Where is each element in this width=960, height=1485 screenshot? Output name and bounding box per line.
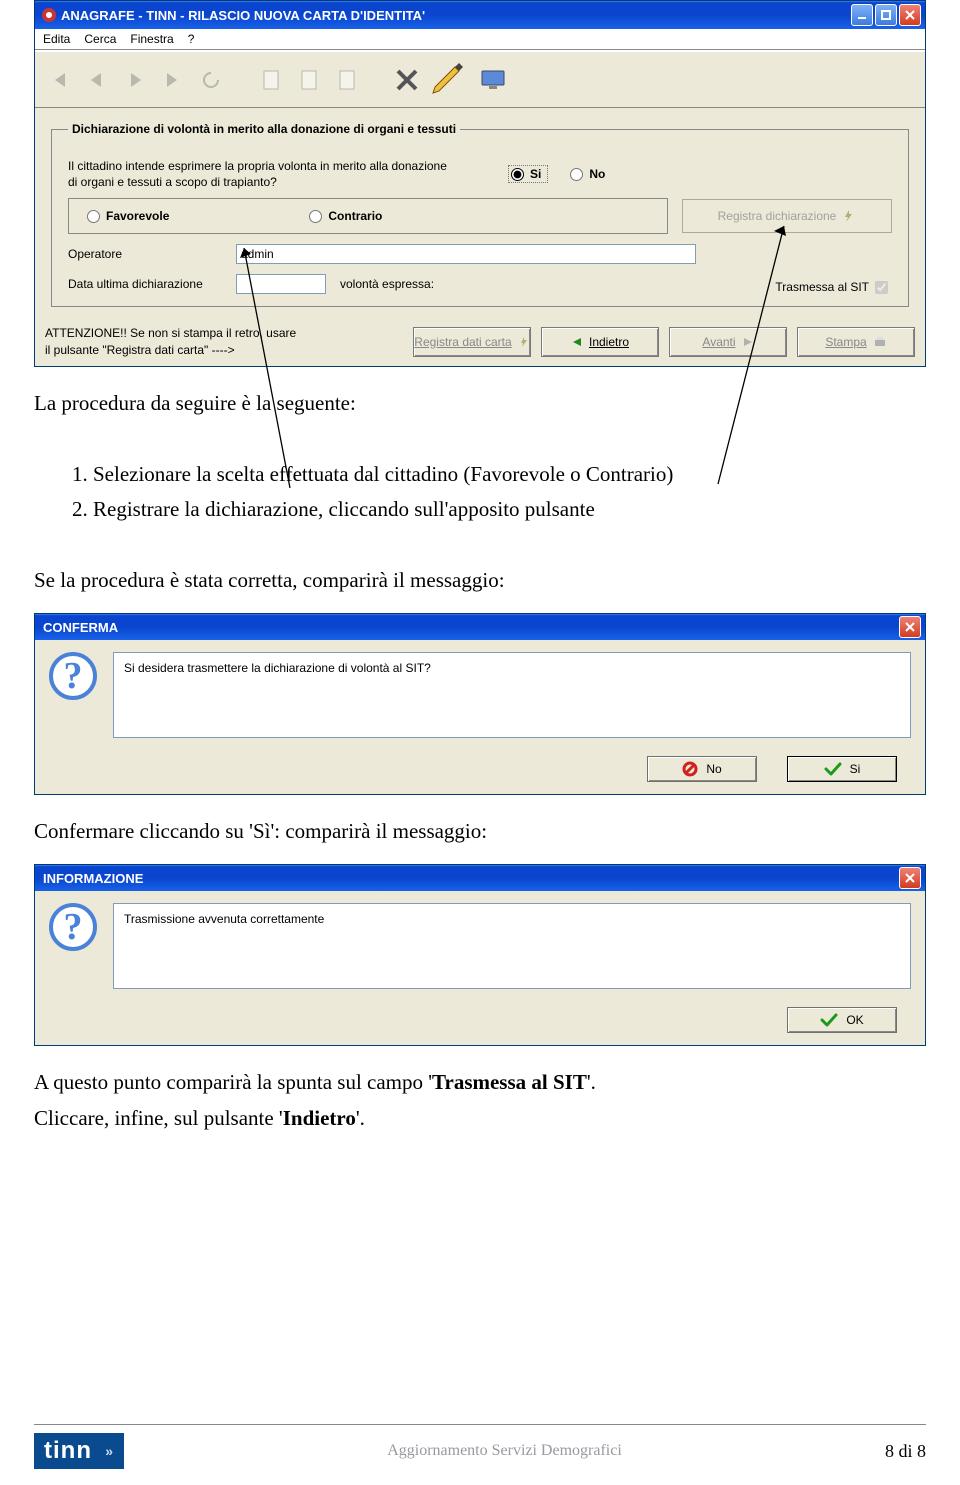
dialog-ok-label: OK	[846, 1013, 863, 1027]
radio-no[interactable]: No	[570, 167, 605, 181]
footer-doc-title: Aggiornamento Servizi Demografici	[124, 1442, 885, 1460]
operatore-label: Operatore	[68, 247, 228, 261]
question-text: Il cittadino intende esprimere la propri…	[68, 158, 448, 190]
dialog-conferma-message: Si desidera trasmettere la dichiarazione…	[113, 652, 911, 738]
dialog-si-button[interactable]: Si	[787, 756, 897, 782]
dialog-informazione-close-button[interactable]	[899, 867, 921, 889]
question-mark-icon: ?	[49, 903, 97, 951]
operatore-input[interactable]	[236, 244, 696, 264]
close-button[interactable]	[899, 4, 921, 26]
favorevole-contrario-box: Favorevole Contrario	[68, 198, 668, 234]
menubar: Edita Cerca Finestra ?	[35, 29, 925, 50]
chevron-icon: »	[105, 1443, 114, 1459]
edit-pen-icon[interactable]	[427, 57, 473, 103]
dialog-informazione-message: Trasmissione avvenuta correttamente	[113, 903, 911, 989]
radio-favorevole-input[interactable]	[87, 210, 100, 223]
radio-favorevole[interactable]: Favorevole	[87, 209, 169, 223]
dialog-informazione-titlebar: INFORMAZIONE	[35, 865, 925, 891]
step2-text: 2. Registrare la dichiarazione, cliccand…	[34, 495, 926, 524]
app-icon	[41, 7, 57, 23]
delete-icon[interactable]	[389, 62, 425, 98]
radio-favorevole-label: Favorevole	[106, 209, 169, 223]
maximize-button[interactable]	[875, 4, 897, 26]
dialog-conferma: CONFERMA ? Si desidera trasmettere la di…	[34, 613, 926, 795]
data-dichiarazione-label: Data ultima dichiarazione	[68, 277, 228, 291]
dialog-informazione-title: INFORMAZIONE	[43, 871, 899, 886]
final1-text: A questo punto comparirà la spunta sul c…	[34, 1068, 926, 1097]
doc1-icon[interactable]	[253, 62, 289, 98]
radio-si-input[interactable]	[511, 168, 524, 181]
arrow-left-icon	[571, 336, 583, 348]
registra-dati-carta-label: Registra dati carta	[414, 335, 511, 349]
indietro-label: Indietro	[589, 335, 629, 349]
after-text: Se la procedura è stata corretta, compar…	[34, 566, 926, 595]
dialog-si-label: Si	[850, 762, 861, 776]
next-icon[interactable]	[117, 62, 153, 98]
dialog-ok-button[interactable]: OK	[787, 1007, 897, 1033]
radio-si-label: Si	[530, 167, 541, 181]
doc2-icon[interactable]	[291, 62, 327, 98]
registra-dati-carta-button[interactable]: Registra dati carta	[413, 327, 531, 357]
dialog-conferma-titlebar: CONFERMA	[35, 614, 925, 640]
radio-contrario-label: Contrario	[328, 209, 382, 223]
radio-contrario-input[interactable]	[309, 210, 322, 223]
menu-finestra[interactable]: Finestra	[130, 32, 173, 46]
dialog-no-label: No	[706, 762, 721, 776]
confirm-text: Confermare cliccando su 'Sì': comparirà …	[34, 817, 926, 846]
question-mark-icon: ?	[49, 652, 97, 700]
dialog-conferma-title: CONFERMA	[43, 620, 899, 635]
window-controls	[851, 4, 921, 26]
dialog-no-button[interactable]: No	[647, 756, 757, 782]
annotation-arrow-left	[240, 240, 300, 490]
bolt-icon	[518, 336, 530, 348]
radio-contrario[interactable]: Contrario	[309, 209, 382, 223]
printer-icon	[873, 336, 887, 348]
radio-si[interactable]: Si	[508, 165, 548, 183]
final2-text: Cliccare, infine, sul pulsante 'Indietro…	[34, 1104, 926, 1133]
attention-line1: ATTENZIONE!! Se non si stampa il retro, …	[45, 325, 403, 341]
attention-line2: il pulsante "Registra dati carta" ---->	[45, 342, 403, 358]
menu-cerca[interactable]: Cerca	[84, 32, 116, 46]
volonta-espressa-label: volontà espressa:	[340, 277, 434, 291]
menu-edita[interactable]: Edita	[43, 32, 70, 46]
window-title: ANAGRAFE - TINN - RILASCIO NUOVA CARTA D…	[61, 8, 851, 23]
first-icon[interactable]	[41, 62, 77, 98]
annotation-arrow-right	[714, 218, 794, 488]
page-footer: tinn » Aggiornamento Servizi Demografici…	[34, 1424, 926, 1469]
check-icon	[820, 1013, 838, 1027]
radio-no-input[interactable]	[570, 168, 583, 181]
prev-icon[interactable]	[79, 62, 115, 98]
toolbar	[35, 50, 925, 108]
last-icon[interactable]	[155, 62, 191, 98]
dialog-informazione: INFORMAZIONE ? Trasmissione avvenuta cor…	[34, 864, 926, 1046]
stop-icon	[682, 761, 698, 777]
group-legend: Dichiarazione di volontà in merito alla …	[68, 122, 460, 136]
attention-text: ATTENZIONE!! Se non si stampa il retro, …	[45, 325, 403, 357]
monitor-icon[interactable]	[475, 62, 511, 98]
stampa-label: Stampa	[825, 335, 866, 349]
trasmessa-sit-checkbox[interactable]	[875, 281, 888, 294]
page-number: 8 di 8	[885, 1441, 926, 1462]
bolt-icon	[842, 209, 856, 223]
check-icon	[824, 762, 842, 776]
doc3-icon[interactable]	[329, 62, 365, 98]
stampa-button[interactable]: Stampa	[797, 327, 915, 357]
radio-no-label: No	[589, 167, 605, 181]
menu-help[interactable]: ?	[188, 32, 195, 46]
dialog-conferma-close-button[interactable]	[899, 616, 921, 638]
tinn-logo: tinn »	[34, 1433, 124, 1469]
indietro-button[interactable]: Indietro	[541, 327, 659, 357]
titlebar: ANAGRAFE - TINN - RILASCIO NUOVA CARTA D…	[35, 1, 925, 29]
refresh-icon[interactable]	[193, 62, 229, 98]
tinn-logo-text: tinn	[44, 1437, 92, 1465]
minimize-button[interactable]	[851, 4, 873, 26]
